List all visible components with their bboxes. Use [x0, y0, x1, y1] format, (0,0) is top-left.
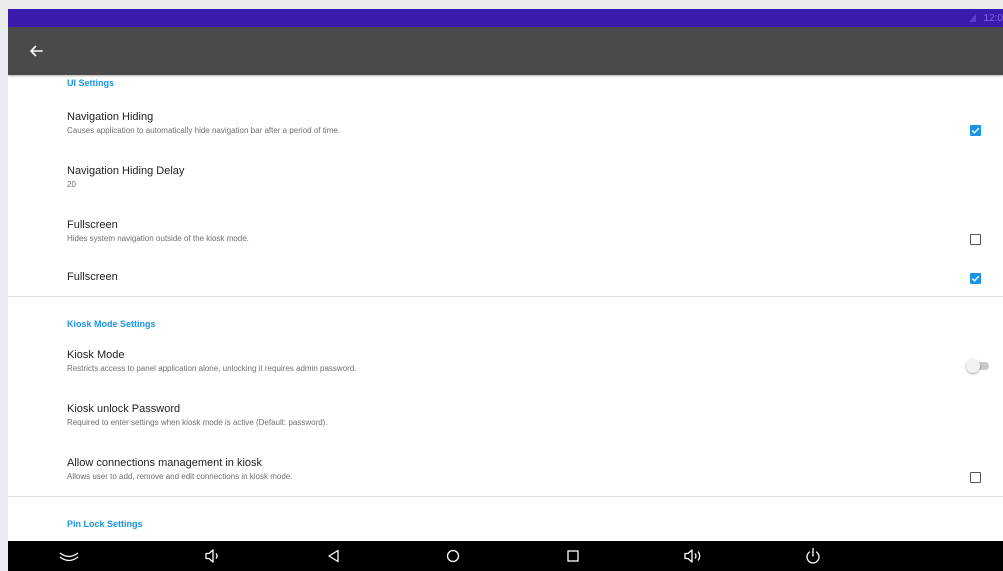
collapse-nav-button[interactable] — [58, 547, 80, 565]
pref-title: Allow connections management in kiosk — [67, 457, 263, 469]
collapse-icon — [59, 552, 79, 562]
pref-summary: Causes application to automatically hide… — [67, 126, 341, 135]
status-time: 12:0 — [983, 12, 1003, 24]
section-divider — [8, 296, 1003, 297]
check-icon — [971, 275, 980, 282]
power-icon — [806, 547, 820, 564]
nav-back-button[interactable] — [324, 547, 344, 565]
status-icons: 12:0 — [968, 12, 1003, 24]
pref-fullscreen-system[interactable]: Fullscreen Hides system navigation outsi… — [8, 219, 1003, 259]
pref-allow-connections-management[interactable]: Allow connections management in kiosk Al… — [8, 457, 1003, 497]
back-button[interactable] — [26, 41, 46, 61]
pref-summary: Required to enter settings when kiosk mo… — [67, 418, 328, 427]
pref-kiosk-unlock-password[interactable]: Kiosk unlock Password Required to enter … — [8, 403, 1003, 443]
pref-fullscreen[interactable]: Fullscreen — [8, 271, 1003, 299]
check-icon — [971, 127, 980, 134]
pref-summary: Hides system navigation outside of the k… — [67, 234, 249, 243]
arrow-left-icon — [30, 45, 43, 57]
recents-square-icon — [567, 550, 579, 562]
home-circle-icon — [446, 549, 460, 563]
fullscreen-system-checkbox[interactable] — [970, 234, 981, 245]
navigation-hiding-checkbox[interactable] — [970, 125, 981, 136]
pref-value: 20 — [67, 180, 76, 189]
pref-summary: Allows user to add, remove and edit conn… — [67, 472, 293, 481]
status-bar: 12:0 — [8, 9, 1003, 27]
pref-summary: Restricts access to panel application al… — [67, 364, 357, 373]
pref-title: Navigation Hiding — [67, 111, 154, 123]
pref-title: Navigation Hiding Delay — [67, 165, 185, 177]
fullscreen-checkbox[interactable] — [970, 273, 981, 284]
nav-recents-button[interactable] — [563, 547, 583, 565]
power-button[interactable] — [803, 547, 823, 565]
nav-home-button[interactable] — [443, 547, 463, 565]
device-screen: 12:0 UI Settings Navigation Hiding Cause… — [8, 9, 1003, 571]
allow-connections-checkbox[interactable] — [970, 472, 981, 483]
pref-title: Fullscreen — [67, 271, 118, 283]
pref-title: Kiosk unlock Password — [67, 403, 181, 415]
section-title-pin-lock-settings: Pin Lock Settings — [67, 519, 143, 529]
app-toolbar — [8, 27, 1003, 75]
settings-list[interactable]: UI Settings Navigation Hiding Causes app… — [8, 75, 1003, 541]
signal-icon — [968, 14, 976, 22]
volume-down-button[interactable] — [203, 547, 223, 565]
kiosk-mode-switch[interactable] — [966, 359, 992, 373]
system-navigation-bar — [8, 541, 1003, 571]
back-triangle-icon — [328, 549, 339, 563]
volume-up-button[interactable] — [683, 547, 705, 565]
pref-navigation-hiding-delay[interactable]: Navigation Hiding Delay 20 — [8, 165, 1003, 205]
switch-thumb — [966, 359, 980, 373]
pref-kiosk-mode[interactable]: Kiosk Mode Restricts access to panel app… — [8, 349, 1003, 389]
section-divider — [8, 496, 1003, 497]
pref-navigation-hiding[interactable]: Navigation Hiding Causes application to … — [8, 111, 1003, 151]
section-title-kiosk-mode-settings: Kiosk Mode Settings — [67, 319, 156, 329]
section-title-ui-settings: UI Settings — [67, 78, 115, 88]
volume-down-icon — [205, 549, 218, 563]
pref-title: Fullscreen — [67, 219, 118, 231]
pref-title: Kiosk Mode — [67, 349, 125, 361]
volume-up-icon — [684, 549, 701, 563]
